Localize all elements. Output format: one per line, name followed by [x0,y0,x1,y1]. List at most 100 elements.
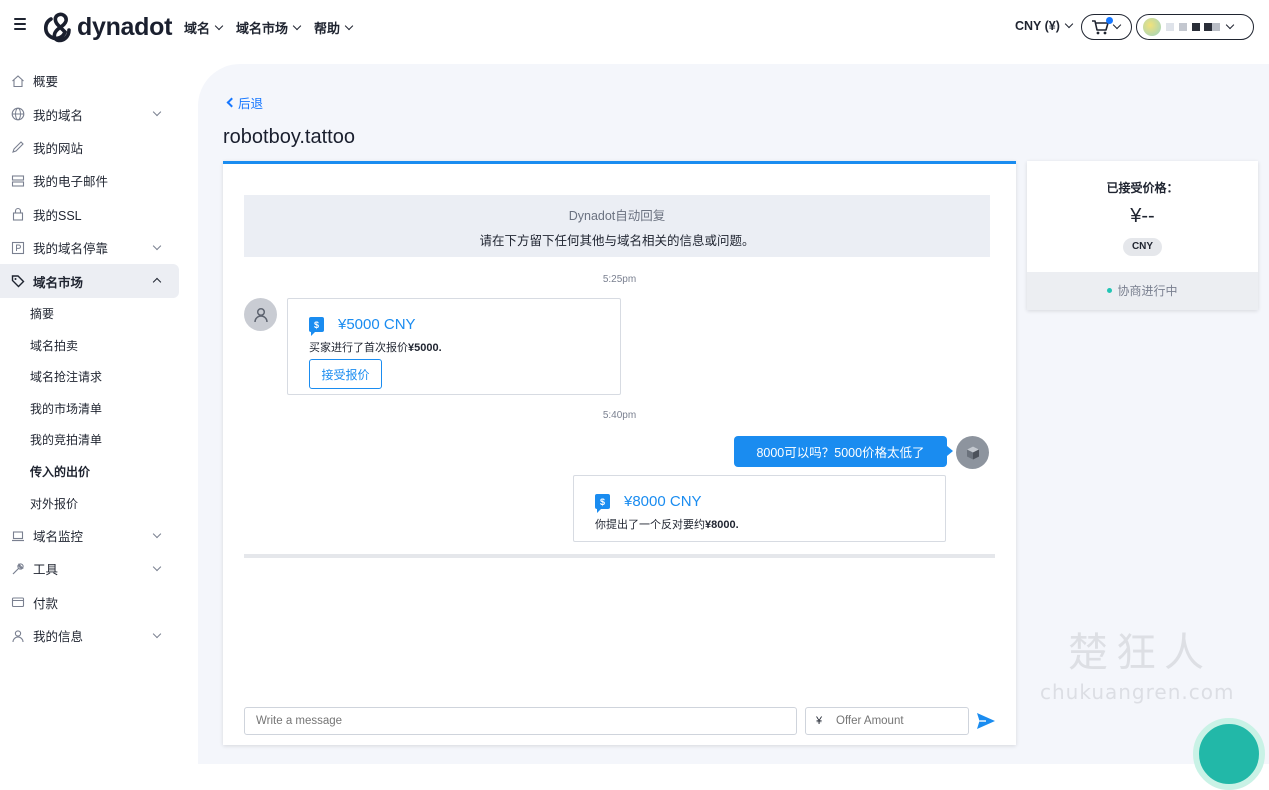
chevron-down-icon [152,629,162,639]
redacted-block [1166,23,1174,31]
chevron-down-icon [214,21,224,30]
sidebar-item-label: 我的域名停靠 [33,242,109,257]
chevron-down-icon [152,529,162,539]
nav-marketplace[interactable]: 域名市场 [236,18,302,37]
negotiation-chat-panel: Dynadot自动回复 请在下方留下任何其他与域名相关的信息或问题。 5:25p… [223,161,1016,745]
chat-divider [244,554,995,558]
offer-description-amount: ¥8000. [705,519,739,531]
accepted-price-value: ¥-- [1130,205,1155,227]
currency-selector[interactable]: CNY (¥) [1015,19,1074,33]
tag-icon [10,274,25,289]
sidebar-item-label: 我的域名 [33,108,84,123]
offer-amount-input[interactable] [836,715,956,727]
buyer-offer-card: $ ¥5000 CNY 买家进行了首次报价¥5000. 接受报价 [287,298,621,395]
counter-offer-card: $ ¥8000 CNY 你提出了一个反对要约¥8000. [573,475,946,542]
sidebar-subitem-my-listings[interactable]: 我的市场清单 [0,393,196,425]
sidebar-item-label: 域名监控 [33,530,84,545]
offer-description-amount: ¥5000. [408,342,442,354]
sidebar-item-my-domains[interactable]: 我的域名 [0,97,196,130]
page-title: robotboy.tattoo [223,126,355,148]
chevron-left-icon [226,97,237,108]
chevron-up-icon [152,278,162,287]
nav-marketplace-label: 域名市场 [236,21,289,36]
chat-widget-button[interactable] [1193,718,1265,790]
auto-reply-title: Dynadot自动回复 [568,209,666,223]
chevron-down-icon [152,563,162,572]
lock-icon [10,207,25,222]
sidebar-item-my-parking[interactable]: 我的域名停靠 [0,231,196,264]
timestamp: 5:25pm [602,274,637,285]
nav-domains[interactable]: 域名 [184,18,224,37]
back-label: 后退 [238,97,264,111]
sidebar-item-label: 我的网站 [33,141,84,156]
user-icon [10,628,25,643]
parking-icon [10,240,25,255]
back-link[interactable]: 后退 [226,93,264,112]
offer-amount: ¥8000 CNY [624,493,702,510]
sidebar-item-label: 付款 [33,596,59,611]
sidebar-item-domain-monitor[interactable]: 域名监控 [0,519,196,552]
offer-description-text: 你提出了一个反对要约 [595,519,705,531]
account-menu[interactable] [1136,14,1254,40]
auto-reply-notice: Dynadot自动回复 请在下方留下任何其他与域名相关的信息或问题。 [244,195,990,257]
redacted-block [1212,23,1220,31]
buyer-avatar [244,298,277,331]
chevron-down-icon [292,21,302,30]
hamburger-icon[interactable] [14,18,26,30]
sidebar-subitem-outgoing-offers[interactable]: 对外报价 [0,487,196,519]
laptop-icon [10,528,25,543]
nav-help[interactable]: 帮助 [314,18,354,37]
my-message-bubble: 8000可以吗？5000价格太低了 [734,436,953,467]
sidebar-item-marketplace[interactable]: 域名市场 [0,264,179,298]
sidebar: 概要 我的域名 我的网站 我的电子邮件 我的SSL 我的域名停靠 域名市场 摘要… [0,64,196,652]
watermark-en: chukuangren.com [1040,680,1235,704]
message-input[interactable] [244,707,797,735]
redacted-block [1179,23,1187,31]
sidebar-item-my-info[interactable]: 我的信息 [0,619,196,652]
offer-header: $ ¥5000 CNY [309,316,620,336]
redacted-block [1192,23,1200,31]
globe-icon [10,107,25,122]
sidebar-item-label: 我的SSL [33,208,82,223]
offer-amount-field[interactable]: ¥ [805,707,969,735]
sidebar-item-my-ssl[interactable]: 我的SSL [0,198,196,231]
chevron-down-icon [344,21,354,30]
pen-icon [10,140,25,155]
chevron-down-icon [152,108,162,117]
sidebar-item-my-websites[interactable]: 我的网站 [0,131,196,164]
accept-offer-button[interactable]: 接受报价 [309,359,382,389]
sidebar-item-my-email[interactable]: 我的电子邮件 [0,164,196,197]
status-dot-icon [1107,288,1113,294]
offer-dollar-icon: $ [595,494,610,513]
send-icon[interactable] [976,711,996,731]
sidebar-item-payment[interactable]: 付款 [0,586,196,619]
currency-label: CNY (¥) [1015,19,1060,33]
sidebar-item-label: 我的信息 [33,630,84,645]
offer-description: 你提出了一个反对要约¥8000. [595,516,945,532]
sidebar-subitem-backorders[interactable]: 域名抢注请求 [0,361,196,393]
status-label: 协商进行中 [1117,284,1178,298]
sidebar-item-label: 域名市场 [33,275,84,290]
nav-help-label: 帮助 [314,21,341,36]
seller-avatar [956,436,989,469]
cart-button[interactable] [1081,14,1132,40]
dynadot-logo-icon [43,12,71,43]
sidebar-item-label: 我的电子邮件 [33,175,109,190]
sidebar-subitem-my-bids[interactable]: 我的竞拍清单 [0,424,196,456]
sidebar-item-tools[interactable]: 工具 [0,552,196,585]
auto-reply-body: 请在下方留下任何其他与域名相关的信息或问题。 [479,234,755,248]
timestamp: 5:40pm [602,410,637,421]
watermark-cn: 楚狂人 [1068,630,1212,676]
negotiation-status: 协商进行中 [1027,272,1258,310]
redacted-block [1204,23,1212,31]
offer-currency-symbol: ¥ [816,715,823,727]
sidebar-item-label: 概要 [33,75,59,90]
nav-domains-label: 域名 [184,21,211,36]
logo-text: dynadot [77,12,173,41]
offer-description: 买家进行了首次报价¥5000. [309,339,620,355]
sidebar-subitem-summary[interactable]: 摘要 [0,298,196,330]
sidebar-subitem-auctions[interactable]: 域名拍卖 [0,329,196,361]
logo[interactable]: dynadot [42,11,172,43]
sidebar-item-overview[interactable]: 概要 [0,64,196,97]
sidebar-subitem-incoming-offers[interactable]: 传入的出价 [0,456,196,488]
